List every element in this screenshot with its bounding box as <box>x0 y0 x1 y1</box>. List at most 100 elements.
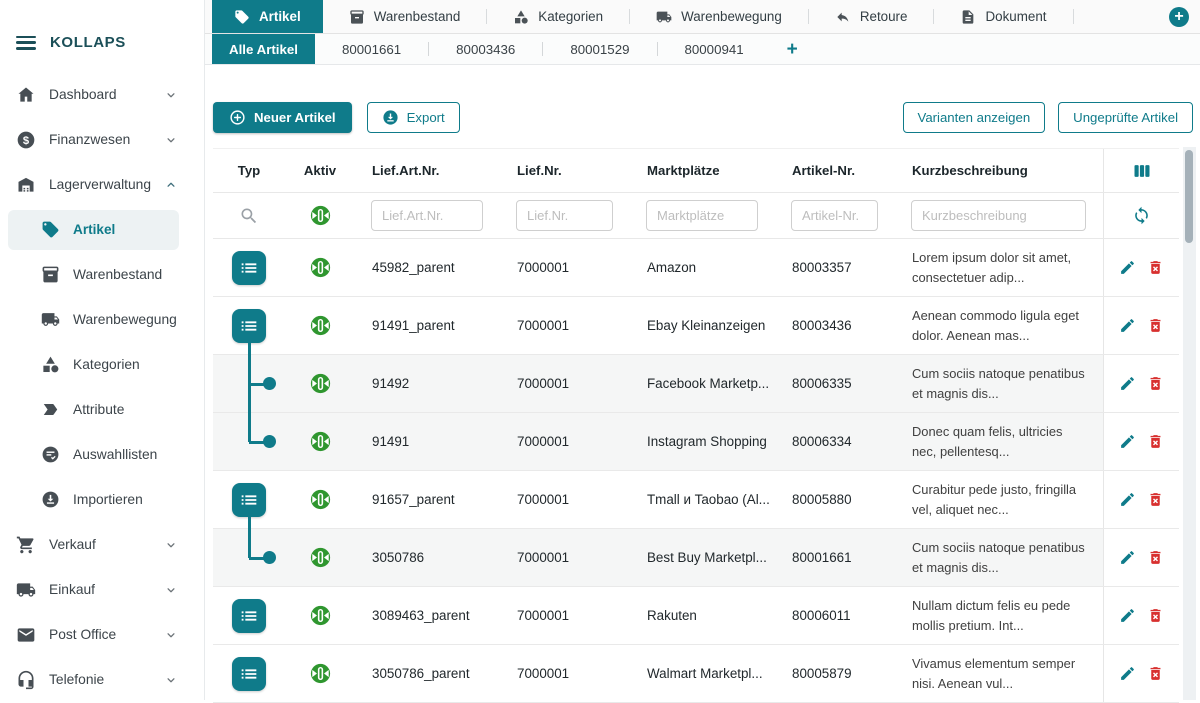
add-article-tab-button[interactable]: + <box>771 40 814 59</box>
tree-connector <box>248 516 251 529</box>
chevron-down-icon <box>164 628 178 642</box>
delete-icon[interactable] <box>1147 317 1164 334</box>
article-type-button[interactable] <box>232 599 266 633</box>
refresh-icon[interactable] <box>1132 206 1151 225</box>
table-row: 91491_parent 7000001 Ebay Kleinanzeigen … <box>213 297 1179 355</box>
tree-connector <box>248 342 251 355</box>
tab-kategorien[interactable]: Kategorien <box>487 0 629 33</box>
label-arrow-icon <box>40 400 60 419</box>
app-logo: KOLLAPS <box>50 34 126 51</box>
active-status-icon[interactable] <box>310 373 331 394</box>
filter-lief-art-nr-input[interactable] <box>371 200 483 231</box>
sidebar-item-warenbewegung[interactable]: Warenbewegung <box>0 297 204 342</box>
headset-icon <box>16 670 36 690</box>
filter-lief-nr-input[interactable] <box>516 200 613 231</box>
tab-retoure[interactable]: Retoure <box>809 0 934 33</box>
delete-icon[interactable] <box>1147 607 1164 624</box>
edit-icon[interactable] <box>1119 317 1136 334</box>
table-row: 3050786 7000001 Best Buy Marketpl... 800… <box>213 529 1179 587</box>
export-button[interactable]: Export <box>367 102 460 133</box>
subtab-alle-artikel[interactable]: Alle Artikel <box>212 34 315 64</box>
edit-icon[interactable] <box>1119 665 1136 682</box>
sidebar-item-telefonie[interactable]: Telefonie <box>0 657 204 702</box>
subtab-80001661[interactable]: 80001661 <box>315 34 428 64</box>
unchecked-articles-button[interactable]: Ungeprüfte Artikel <box>1058 102 1193 133</box>
sidebar-item-finanzwesen[interactable]: Finanzwesen <box>0 117 204 162</box>
article-type-button[interactable] <box>232 657 266 691</box>
filter-artikel-nr-input[interactable] <box>791 200 878 231</box>
sidebar-item-attribute[interactable]: Attribute <box>0 387 204 432</box>
edit-icon[interactable] <box>1119 549 1136 566</box>
tab-warenbestand[interactable]: Warenbestand <box>323 0 487 33</box>
article-type-button[interactable] <box>232 483 266 517</box>
columns-icon[interactable] <box>1132 161 1152 181</box>
sidebar-item-einkauf[interactable]: Einkauf <box>0 567 204 612</box>
edit-icon[interactable] <box>1119 607 1136 624</box>
main-content: Neuer Artikel Export Varianten anzeigen … <box>205 65 1200 700</box>
tree-connector <box>248 413 251 442</box>
download-circle-icon <box>40 490 60 509</box>
active-status-icon[interactable] <box>310 257 331 278</box>
table-header-row: Typ Aktiv Lief.Art.Nr. Lief.Nr. Marktplä… <box>213 149 1179 192</box>
mail-icon <box>16 625 36 645</box>
sidebar-item-importieren[interactable]: Importieren <box>0 477 204 522</box>
module-tab-bar: Artikel Warenbestand Kategorien Warenbew… <box>205 0 1200 34</box>
chevron-up-icon <box>164 178 178 192</box>
filter-marktplaetze-input[interactable] <box>646 200 758 231</box>
tab-artikel[interactable]: Artikel <box>212 0 323 33</box>
delete-icon[interactable] <box>1147 433 1164 450</box>
delete-icon[interactable] <box>1147 491 1164 508</box>
tree-connector <box>248 529 251 558</box>
article-type-button[interactable] <box>232 251 266 285</box>
edit-icon[interactable] <box>1119 375 1136 392</box>
shapes-icon <box>513 9 529 25</box>
warehouse-icon <box>16 175 36 195</box>
sidebar-item-warenbestand[interactable]: Warenbestand <box>0 252 204 297</box>
delete-icon[interactable] <box>1147 665 1164 682</box>
edit-icon[interactable] <box>1119 491 1136 508</box>
active-status-icon[interactable] <box>310 315 331 336</box>
active-status-icon[interactable] <box>310 431 331 452</box>
sidebar-item-kategorien[interactable]: Kategorien <box>0 342 204 387</box>
menu-icon[interactable] <box>16 36 36 50</box>
tab-warenbewegung[interactable]: Warenbewegung <box>630 0 808 33</box>
delete-icon[interactable] <box>1147 549 1164 566</box>
tree-node-dot <box>263 377 276 390</box>
chevron-down-icon <box>164 583 178 597</box>
new-article-button[interactable]: Neuer Artikel <box>213 102 352 133</box>
subtab-80001529[interactable]: 80001529 <box>543 34 656 64</box>
sidebar-item-artikel[interactable]: Artikel <box>0 207 204 252</box>
active-status-icon[interactable] <box>310 547 331 568</box>
add-tab-button[interactable]: + <box>1169 7 1189 27</box>
active-status-icon[interactable] <box>310 489 331 510</box>
active-status-icon[interactable] <box>310 605 331 626</box>
sidebar-item-dashboard[interactable]: Dashboard <box>0 72 204 117</box>
sidebar-item-lagerverwaltung[interactable]: Lagerverwaltung <box>0 162 204 207</box>
articles-table: Typ Aktiv Lief.Art.Nr. Lief.Nr. Marktplä… <box>213 148 1179 703</box>
delete-icon[interactable] <box>1147 259 1164 276</box>
subtab-80000941[interactable]: 80000941 <box>658 34 771 64</box>
active-filter-toggle-icon[interactable] <box>310 205 331 226</box>
active-status-icon[interactable] <box>310 663 331 684</box>
edit-icon[interactable] <box>1119 433 1136 450</box>
show-variants-button[interactable]: Varianten anzeigen <box>903 102 1046 133</box>
sidebar-item-verkauf[interactable]: Verkauf <box>0 522 204 567</box>
col-aktiv: Aktiv <box>285 149 355 192</box>
list-check-circle-icon <box>40 445 60 464</box>
sidebar-item-post-office[interactable]: Post Office <box>0 612 204 657</box>
sidebar-header: KOLLAPS <box>0 0 204 51</box>
tag-icon <box>234 9 250 25</box>
truck-icon <box>40 310 60 329</box>
filter-kurzbeschreibung-input[interactable] <box>911 200 1086 231</box>
article-type-button[interactable] <box>232 309 266 343</box>
tag-icon <box>40 220 60 239</box>
truck-icon <box>16 580 36 600</box>
sidebar-item-auswahllisten[interactable]: Auswahllisten <box>0 432 204 477</box>
edit-icon[interactable] <box>1119 259 1136 276</box>
subtab-80003436[interactable]: 80003436 <box>429 34 542 64</box>
box-icon <box>40 265 60 284</box>
tab-dokument[interactable]: Dokument <box>934 0 1072 33</box>
search-icon <box>239 206 259 226</box>
table-scrollbar-thumb[interactable] <box>1185 150 1193 243</box>
delete-icon[interactable] <box>1147 375 1164 392</box>
